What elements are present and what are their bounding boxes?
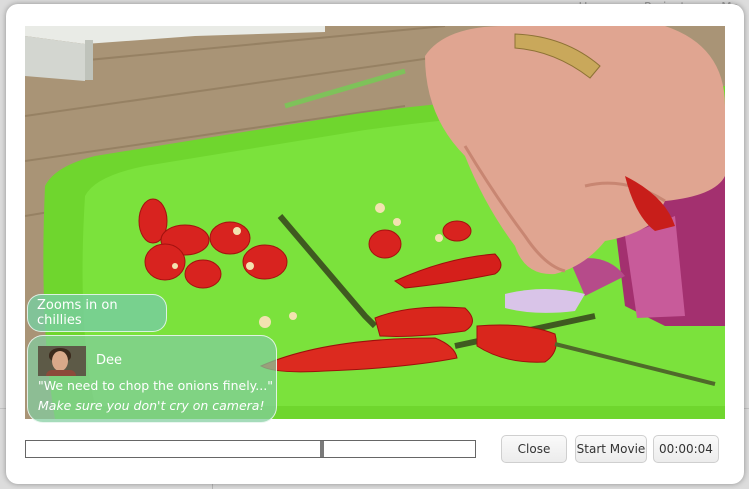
caption-bubble: Zooms in on chillies [27,294,167,332]
timeline-track[interactable] [25,440,476,458]
movie-player-dialog: Zooms in on chillies Dee "We need to cho… [6,4,744,484]
timecode-display: 00:00:04 [653,435,719,463]
timeline-handle[interactable] [320,441,324,457]
caption-text: Zooms in on chillies [37,298,118,328]
start-movie-button[interactable]: Start Movie [575,435,647,463]
close-button[interactable]: Close [501,435,567,463]
comment-quote: "We need to chop the onions finely..." [38,378,273,393]
start-movie-button-label: Start Movie [576,442,646,456]
comment-note: Make sure you don't cry on camera! [38,398,265,413]
timecode-text: 00:00:04 [659,442,713,456]
close-button-label: Close [517,442,551,456]
avatar [38,346,86,376]
comment-author: Dee [96,353,123,368]
comment-bubble: Dee "We need to chop the onions finely..… [27,335,277,423]
